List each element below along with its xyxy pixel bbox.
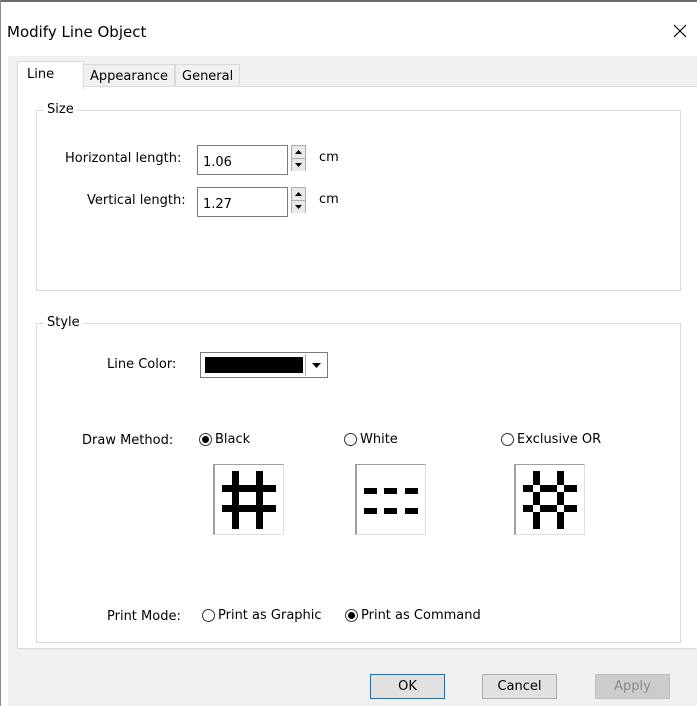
draw-method-xor-radio[interactable]: Exclusive OR	[501, 432, 601, 447]
chevron-down-icon	[311, 362, 321, 368]
ok-button[interactable]: OK	[370, 674, 445, 699]
tab-general[interactable]: General	[175, 64, 241, 88]
line-color-swatch	[205, 357, 303, 373]
draw-method-label: Draw Method:	[82, 433, 174, 448]
title-bar: Modify Line Object	[1, 2, 697, 56]
hash-grid-pattern-icon	[222, 471, 276, 529]
line-color-label: Line Color:	[107, 357, 177, 372]
horizontal-length-spinner[interactable]	[291, 145, 306, 171]
draw-method-black-label: Black	[215, 432, 251, 447]
radio-button-icon	[199, 433, 212, 446]
radio-button-icon	[345, 609, 358, 622]
style-group-label: Style	[44, 315, 83, 330]
spin-up-icon	[295, 150, 302, 154]
close-icon	[673, 24, 687, 38]
xor-pattern-preview	[514, 464, 585, 535]
dialog-client: Appearance General Line Size Horizontal …	[8, 56, 697, 706]
tab-line[interactable]: Line	[17, 61, 84, 89]
radio-button-icon	[501, 433, 514, 446]
checker-pattern-icon	[523, 471, 577, 529]
radio-button-icon	[344, 433, 357, 446]
print-as-command-radio[interactable]: Print as Command	[345, 608, 481, 623]
horizontal-increment-button[interactable]	[292, 146, 305, 158]
horizontal-decrement-button[interactable]	[292, 158, 305, 171]
dashed-lines-pattern-icon	[364, 488, 418, 514]
print-as-command-label: Print as Command	[361, 608, 481, 623]
vertical-length-label: Vertical length:	[87, 193, 186, 208]
draw-method-xor-label: Exclusive OR	[517, 432, 602, 447]
vertical-unit-label: cm	[319, 192, 339, 207]
size-group: Size Horizontal length: 1.06 cm Vertical…	[36, 102, 681, 291]
spin-down-icon	[295, 163, 302, 167]
size-group-label: Size	[44, 102, 77, 117]
horizontal-length-input[interactable]: 1.06	[197, 145, 288, 175]
line-color-dropdown-arrow[interactable]	[305, 354, 326, 376]
horizontal-length-label: Horizontal length:	[65, 151, 182, 166]
draw-method-black-radio[interactable]: Black	[199, 432, 250, 447]
tab-appearance[interactable]: Appearance	[83, 64, 176, 88]
cancel-button[interactable]: Cancel	[482, 674, 557, 699]
black-pattern-preview	[213, 464, 284, 535]
print-as-graphic-radio[interactable]: Print as Graphic	[202, 608, 322, 623]
window-left-border	[0, 0, 1, 706]
style-group: Style Line Color: Draw Method: Black Whi…	[36, 315, 681, 643]
close-button[interactable]	[665, 16, 695, 46]
radio-button-icon	[202, 609, 215, 622]
spin-down-icon	[295, 205, 302, 209]
print-mode-label: Print Mode:	[107, 609, 181, 624]
print-as-graphic-label: Print as Graphic	[218, 608, 322, 623]
draw-method-white-radio[interactable]: White	[344, 432, 398, 447]
draw-method-white-label: White	[360, 432, 398, 447]
dialog-title: Modify Line Object	[7, 23, 147, 41]
vertical-length-spinner[interactable]	[291, 187, 306, 213]
vertical-length-input[interactable]: 1.27	[197, 187, 288, 217]
line-color-dropdown[interactable]	[200, 352, 328, 378]
vertical-increment-button[interactable]	[292, 188, 305, 200]
tab-panel-line: Size Horizontal length: 1.06 cm Vertical…	[17, 86, 697, 649]
horizontal-unit-label: cm	[319, 150, 339, 165]
white-pattern-preview	[355, 464, 426, 535]
apply-button[interactable]: Apply	[595, 674, 670, 699]
spin-up-icon	[295, 192, 302, 196]
vertical-decrement-button[interactable]	[292, 200, 305, 213]
